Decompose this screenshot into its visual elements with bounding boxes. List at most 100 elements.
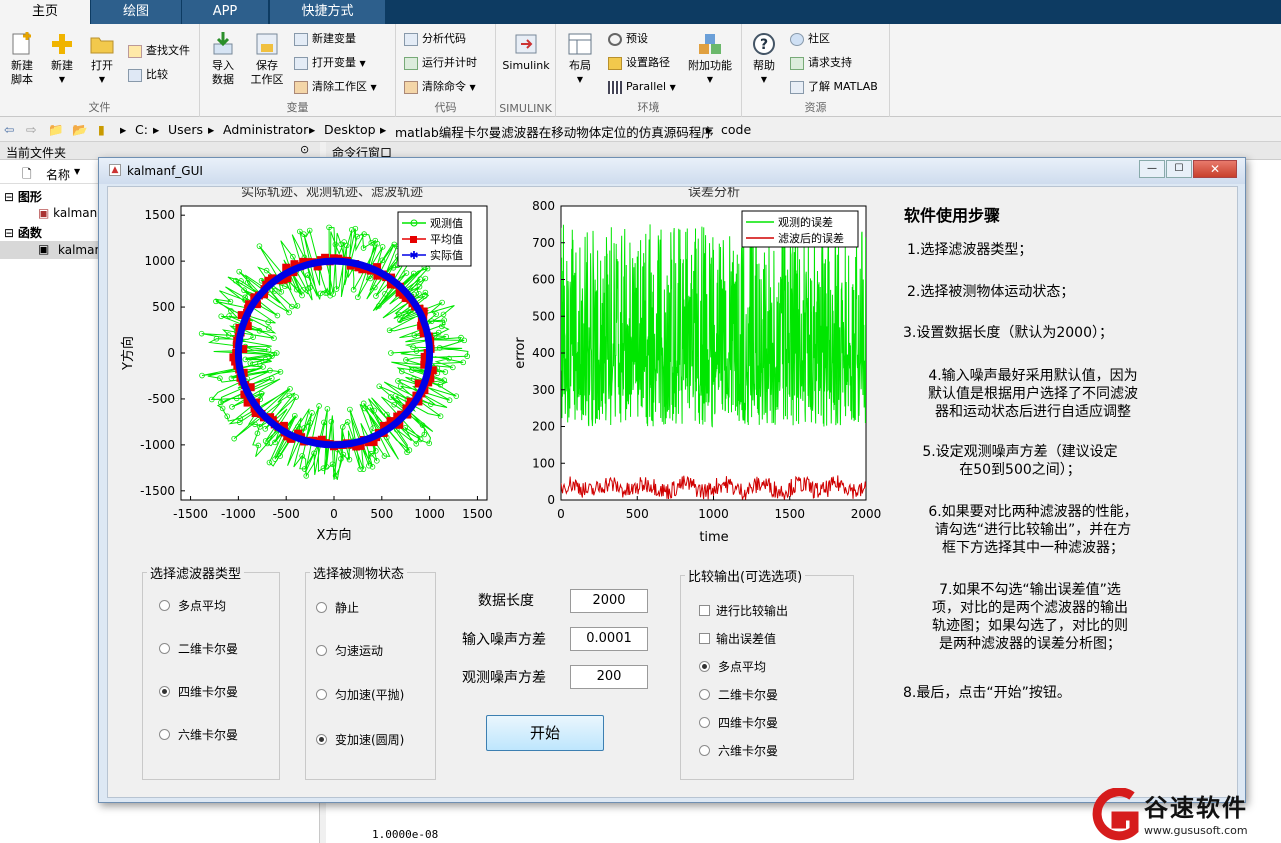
- window-title: kalmanf_GUI: [127, 164, 203, 178]
- learn-matlab-button[interactable]: 了解 MATLAB: [790, 78, 878, 96]
- radio-circle-icon: [699, 717, 710, 728]
- help-button[interactable]: ? 帮助 ▼: [748, 32, 780, 87]
- find-files-button[interactable]: 查找文件: [128, 42, 190, 60]
- new-script-button[interactable]: 新建 脚本: [4, 32, 40, 87]
- file-item-figure[interactable]: ▣ kalman: [38, 206, 97, 220]
- root-folder-icon[interactable]: ▮: [98, 122, 105, 137]
- radio-label: 匀加速(平抛): [335, 688, 405, 702]
- close-button[interactable]: ✕: [1193, 160, 1237, 178]
- community-button[interactable]: 社区: [790, 30, 830, 48]
- radio-filter-3[interactable]: 六维卡尔曼: [159, 726, 238, 743]
- watermark-name: 谷速软件: [1144, 794, 1248, 822]
- tab-apps[interactable]: APP: [182, 0, 268, 24]
- checkbox-error-output[interactable]: 输出误差值: [699, 630, 776, 647]
- input-noise-input[interactable]: 0.0001: [570, 627, 648, 651]
- resources-group-label: 资源: [804, 101, 827, 114]
- breadcrumb-sep-icon: ▸: [153, 122, 160, 137]
- y-tick-label: -1000: [140, 438, 175, 452]
- radio-compare-2[interactable]: 四维卡尔曼: [699, 714, 778, 731]
- legend-marker: [410, 236, 417, 243]
- request-support-label: 请求支持: [808, 56, 852, 69]
- data-length-label: 数据长度: [478, 593, 534, 609]
- legend-label: 实际值: [430, 248, 463, 262]
- set-path-button[interactable]: 设置路径: [608, 54, 670, 72]
- parallel-button[interactable]: Parallel ▼: [608, 78, 676, 96]
- start-button[interactable]: 开始: [486, 715, 604, 751]
- clear-commands-label: 清除命令: [422, 80, 466, 93]
- y-tick-label: 100: [532, 456, 555, 470]
- forward-arrow-icon[interactable]: ⇨: [26, 122, 36, 137]
- tab-shortcuts[interactable]: 快捷方式: [270, 0, 385, 24]
- import-data-button[interactable]: 导入 数据: [204, 32, 242, 87]
- obs-noise-input[interactable]: 200: [570, 665, 648, 689]
- clear-commands-button[interactable]: 清除命令 ▼: [404, 78, 476, 96]
- open-variable-button[interactable]: 打开变量 ▼: [294, 54, 366, 72]
- group-figures[interactable]: ⊟ 图形: [4, 188, 42, 205]
- tab-home[interactable]: 主页: [0, 0, 90, 24]
- up-folder-icon[interactable]: 📁: [48, 122, 64, 138]
- parallel-icon: [608, 80, 622, 94]
- plus-icon: [49, 32, 75, 56]
- radio-filter-2[interactable]: 四维卡尔曼: [159, 683, 238, 700]
- browse-folder-icon[interactable]: 📂: [72, 122, 88, 138]
- analyze-code-button[interactable]: 分析代码: [404, 30, 466, 48]
- minimize-button[interactable]: —: [1139, 160, 1165, 178]
- maximize-button[interactable]: ☐: [1166, 160, 1192, 178]
- radio-motion-1[interactable]: 匀速运动: [316, 642, 383, 659]
- x-tick-label: 0: [557, 507, 565, 521]
- radio-compare-1[interactable]: 二维卡尔曼: [699, 686, 778, 703]
- checkbox-compare[interactable]: 进行比较输出: [699, 602, 788, 619]
- checkbox-icon: [699, 605, 710, 616]
- breadcrumb-users[interactable]: Users: [168, 122, 203, 137]
- radio-motion-3[interactable]: 变加速(圆周): [316, 731, 404, 748]
- step-3: 3.设置数据长度（默认为2000）；: [903, 325, 1113, 341]
- simulink-button[interactable]: Simulink: [500, 32, 552, 73]
- radio-motion-0[interactable]: 静止: [316, 599, 359, 616]
- current-folder-title: 当前文件夹: [6, 146, 67, 160]
- group-functions-label: 函数: [17, 226, 42, 240]
- radio-filter-1[interactable]: 二维卡尔曼: [159, 640, 238, 657]
- chevron-down-icon: ▼: [370, 83, 377, 92]
- clear-workspace-button[interactable]: 清除工作区 ▼: [294, 78, 377, 96]
- compare-button[interactable]: 比较: [128, 66, 168, 84]
- radio-circle-icon: [159, 643, 170, 654]
- radio-compare-3[interactable]: 六维卡尔曼: [699, 742, 778, 759]
- breadcrumb-desktop[interactable]: Desktop: [324, 122, 376, 137]
- preferences-button[interactable]: 预设: [608, 30, 648, 48]
- filter-type-group: 选择滤波器类型 多点平均 二维卡尔曼 四维卡尔曼 六维卡尔曼: [142, 563, 280, 780]
- panel-menu-icon[interactable]: ⊙: [300, 143, 309, 156]
- new-variable-button[interactable]: 新建变量: [294, 30, 356, 48]
- tab-plots[interactable]: 绘图: [91, 0, 181, 24]
- trajectory-ylabel: Y方向: [120, 336, 136, 371]
- ribbon: 新建 脚本 新建 ▼ 打开 ▼ 查找文件 比较 文件 导入 数据 保存 工作区 …: [0, 24, 1281, 117]
- preferences-label: 预设: [626, 32, 648, 45]
- run-and-time-button[interactable]: 运行并计时: [404, 54, 477, 72]
- request-support-button[interactable]: 请求支持: [790, 54, 852, 72]
- new-button[interactable]: 新建 ▼: [44, 32, 80, 87]
- file-item-figure-label: kalman: [53, 206, 98, 220]
- radio-compare-0[interactable]: 多点平均: [699, 658, 766, 675]
- breadcrumb-project[interactable]: matlab编程卡尔曼滤波器在移动物体定位的仿真源码程序: [395, 122, 714, 141]
- x-tick-label: 0: [330, 507, 338, 521]
- step-2: 2.选择被测物体运动状态；: [907, 284, 1075, 300]
- radio-label: 多点平均: [178, 599, 227, 613]
- data-length-input[interactable]: 2000: [570, 589, 648, 613]
- back-arrow-icon[interactable]: ⇦: [4, 122, 14, 137]
- radio-motion-2[interactable]: 匀加速(平抛): [316, 686, 404, 703]
- layout-button[interactable]: 布局 ▼: [562, 32, 598, 87]
- save-workspace-button[interactable]: 保存 工作区: [246, 32, 288, 87]
- breadcrumb-drive[interactable]: C:: [135, 122, 148, 137]
- watermark-url: www.gususoft.com: [1144, 824, 1248, 837]
- y-tick-label: 200: [532, 420, 555, 434]
- run-and-time-icon: [404, 56, 418, 70]
- addons-button[interactable]: 附加功能 ▼: [686, 32, 734, 87]
- resources-group: ? 帮助 ▼ 社区 请求支持 了解 MATLAB 资源: [742, 24, 890, 117]
- group-functions[interactable]: ⊟ 函数: [4, 224, 42, 241]
- radio-filter-0[interactable]: 多点平均: [159, 597, 226, 614]
- breadcrumb-code[interactable]: code: [721, 122, 751, 137]
- column-name[interactable]: 名称: [46, 166, 70, 183]
- open-button[interactable]: 打开 ▼: [84, 32, 120, 87]
- chevron-down-icon: ▼: [669, 83, 676, 92]
- breadcrumb-administrator[interactable]: Administrator: [223, 122, 308, 137]
- new-variable-label: 新建变量: [312, 32, 356, 45]
